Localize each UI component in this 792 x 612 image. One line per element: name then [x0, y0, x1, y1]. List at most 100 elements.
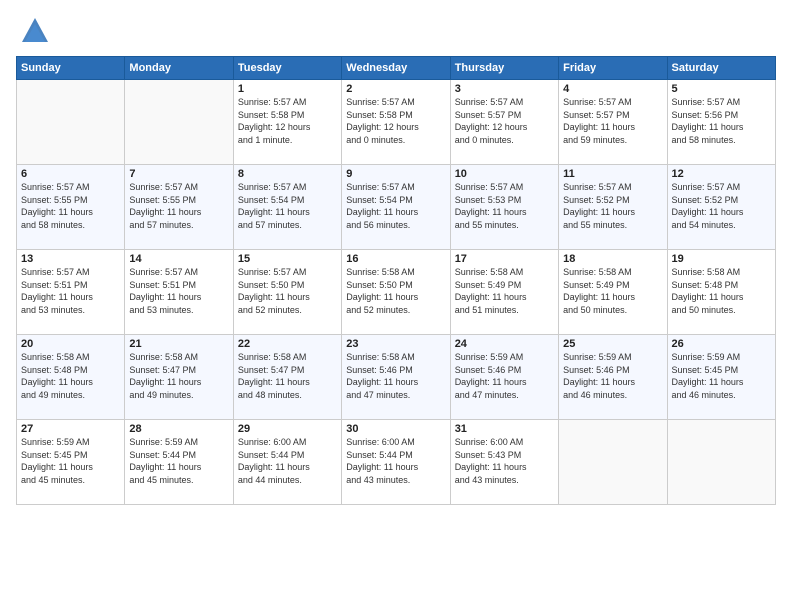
day-info: Sunrise: 5:57 AM Sunset: 5:55 PM Dayligh…: [129, 181, 228, 231]
calendar-cell: 10Sunrise: 5:57 AM Sunset: 5:53 PM Dayli…: [450, 165, 558, 250]
calendar-cell: 4Sunrise: 5:57 AM Sunset: 5:57 PM Daylig…: [559, 80, 667, 165]
weekday-row: SundayMondayTuesdayWednesdayThursdayFrid…: [17, 57, 776, 80]
day-number: 28: [129, 423, 228, 435]
calendar-cell: 19Sunrise: 5:58 AM Sunset: 5:48 PM Dayli…: [667, 250, 775, 335]
day-number: 31: [455, 423, 554, 435]
calendar-cell: 31Sunrise: 6:00 AM Sunset: 5:43 PM Dayli…: [450, 420, 558, 505]
calendar-cell: 26Sunrise: 5:59 AM Sunset: 5:45 PM Dayli…: [667, 335, 775, 420]
day-info: Sunrise: 5:58 AM Sunset: 5:48 PM Dayligh…: [672, 266, 771, 316]
calendar-cell: [125, 80, 233, 165]
day-number: 12: [672, 168, 771, 180]
day-info: Sunrise: 5:57 AM Sunset: 5:55 PM Dayligh…: [21, 181, 120, 231]
day-number: 27: [21, 423, 120, 435]
calendar-cell: 7Sunrise: 5:57 AM Sunset: 5:55 PM Daylig…: [125, 165, 233, 250]
calendar-cell: 29Sunrise: 6:00 AM Sunset: 5:44 PM Dayli…: [233, 420, 341, 505]
calendar-cell: 22Sunrise: 5:58 AM Sunset: 5:47 PM Dayli…: [233, 335, 341, 420]
day-number: 6: [21, 168, 120, 180]
calendar-cell: 8Sunrise: 5:57 AM Sunset: 5:54 PM Daylig…: [233, 165, 341, 250]
day-info: Sunrise: 5:58 AM Sunset: 5:49 PM Dayligh…: [563, 266, 662, 316]
day-number: 15: [238, 253, 337, 265]
calendar-cell: 3Sunrise: 5:57 AM Sunset: 5:57 PM Daylig…: [450, 80, 558, 165]
calendar-cell: 1Sunrise: 5:57 AM Sunset: 5:58 PM Daylig…: [233, 80, 341, 165]
day-number: 1: [238, 83, 337, 95]
weekday-header: Friday: [559, 57, 667, 80]
page: SundayMondayTuesdayWednesdayThursdayFrid…: [0, 0, 792, 612]
calendar-cell: 25Sunrise: 5:59 AM Sunset: 5:46 PM Dayli…: [559, 335, 667, 420]
day-number: 5: [672, 83, 771, 95]
calendar-cell: 28Sunrise: 5:59 AM Sunset: 5:44 PM Dayli…: [125, 420, 233, 505]
day-info: Sunrise: 5:58 AM Sunset: 5:47 PM Dayligh…: [129, 351, 228, 401]
day-info: Sunrise: 6:00 AM Sunset: 5:44 PM Dayligh…: [346, 436, 445, 486]
day-info: Sunrise: 5:57 AM Sunset: 5:54 PM Dayligh…: [238, 181, 337, 231]
day-number: 22: [238, 338, 337, 350]
day-number: 11: [563, 168, 662, 180]
header: [16, 16, 776, 46]
weekday-header: Monday: [125, 57, 233, 80]
day-info: Sunrise: 6:00 AM Sunset: 5:43 PM Dayligh…: [455, 436, 554, 486]
day-info: Sunrise: 5:57 AM Sunset: 5:51 PM Dayligh…: [129, 266, 228, 316]
day-number: 9: [346, 168, 445, 180]
calendar-week-row: 13Sunrise: 5:57 AM Sunset: 5:51 PM Dayli…: [17, 250, 776, 335]
day-info: Sunrise: 5:57 AM Sunset: 5:57 PM Dayligh…: [455, 96, 554, 146]
logo-icon: [20, 16, 50, 46]
day-number: 8: [238, 168, 337, 180]
day-info: Sunrise: 5:57 AM Sunset: 5:53 PM Dayligh…: [455, 181, 554, 231]
calendar-cell: [559, 420, 667, 505]
day-number: 23: [346, 338, 445, 350]
calendar-cell: [667, 420, 775, 505]
calendar-week-row: 27Sunrise: 5:59 AM Sunset: 5:45 PM Dayli…: [17, 420, 776, 505]
day-number: 13: [21, 253, 120, 265]
calendar-cell: [17, 80, 125, 165]
day-info: Sunrise: 5:58 AM Sunset: 5:46 PM Dayligh…: [346, 351, 445, 401]
day-info: Sunrise: 5:59 AM Sunset: 5:44 PM Dayligh…: [129, 436, 228, 486]
day-info: Sunrise: 5:57 AM Sunset: 5:52 PM Dayligh…: [672, 181, 771, 231]
calendar-table: SundayMondayTuesdayWednesdayThursdayFrid…: [16, 56, 776, 505]
calendar-cell: 30Sunrise: 6:00 AM Sunset: 5:44 PM Dayli…: [342, 420, 450, 505]
day-number: 25: [563, 338, 662, 350]
day-number: 19: [672, 253, 771, 265]
day-info: Sunrise: 5:57 AM Sunset: 5:51 PM Dayligh…: [21, 266, 120, 316]
calendar-cell: 18Sunrise: 5:58 AM Sunset: 5:49 PM Dayli…: [559, 250, 667, 335]
day-info: Sunrise: 5:58 AM Sunset: 5:49 PM Dayligh…: [455, 266, 554, 316]
day-number: 18: [563, 253, 662, 265]
calendar-week-row: 6Sunrise: 5:57 AM Sunset: 5:55 PM Daylig…: [17, 165, 776, 250]
day-number: 21: [129, 338, 228, 350]
weekday-header: Wednesday: [342, 57, 450, 80]
weekday-header: Tuesday: [233, 57, 341, 80]
calendar-cell: 9Sunrise: 5:57 AM Sunset: 5:54 PM Daylig…: [342, 165, 450, 250]
calendar-week-row: 1 Sunrise: 5:57 AM Sunset: 5:58 PM Daylig…: [17, 80, 776, 165]
calendar-cell: 27Sunrise: 5:59 AM Sunset: 5:45 PM Dayli…: [17, 420, 125, 505]
calendar-header: SundayMondayTuesdayWednesdayThursdayFrid…: [17, 57, 776, 80]
calendar-cell: 15Sunrise: 5:57 AM Sunset: 5:50 PM Dayli…: [233, 250, 341, 335]
calendar-cell: 20Sunrise: 5:58 AM Sunset: 5:48 PM Dayli…: [17, 335, 125, 420]
calendar-cell: 12Sunrise: 5:57 AM Sunset: 5:52 PM Dayli…: [667, 165, 775, 250]
day-number: 29: [238, 423, 337, 435]
calendar-body: 1 Sunrise: 5:57 AM Sunset: 5:58 PM Daylig…: [17, 80, 776, 505]
calendar-cell: 6Sunrise: 5:57 AM Sunset: 5:55 PM Daylig…: [17, 165, 125, 250]
day-info: Sunrise: 5:58 AM Sunset: 5:50 PM Dayligh…: [346, 266, 445, 316]
day-number: 7: [129, 168, 228, 180]
day-number: 3: [455, 83, 554, 95]
calendar-cell: 23Sunrise: 5:58 AM Sunset: 5:46 PM Dayli…: [342, 335, 450, 420]
day-number: 30: [346, 423, 445, 435]
day-number: 20: [21, 338, 120, 350]
calendar-cell: 24Sunrise: 5:59 AM Sunset: 5:46 PM Dayli…: [450, 335, 558, 420]
day-number: 16: [346, 253, 445, 265]
calendar-cell: 2Sunrise: 5:57 AM Sunset: 5:58 PM Daylig…: [342, 80, 450, 165]
calendar-cell: 14Sunrise: 5:57 AM Sunset: 5:51 PM Dayli…: [125, 250, 233, 335]
day-info: Sunrise: 5:57 AM Sunset: 5:50 PM Dayligh…: [238, 266, 337, 316]
day-info: Sunrise: 5:57 AM Sunset: 5:52 PM Dayligh…: [563, 181, 662, 231]
day-number: 24: [455, 338, 554, 350]
day-info: Sunrise: 5:58 AM Sunset: 5:47 PM Dayligh…: [238, 351, 337, 401]
day-info: Sunrise: 5:57 AM Sunset: 5:57 PM Dayligh…: [563, 96, 662, 146]
calendar-cell: 16Sunrise: 5:58 AM Sunset: 5:50 PM Dayli…: [342, 250, 450, 335]
day-number: 17: [455, 253, 554, 265]
day-number: 2: [346, 83, 445, 95]
day-info: Sunrise: 5:59 AM Sunset: 5:46 PM Dayligh…: [455, 351, 554, 401]
day-info: Sunrise: 5:58 AM Sunset: 5:48 PM Dayligh…: [21, 351, 120, 401]
logo: [16, 16, 50, 46]
calendar-cell: 5Sunrise: 5:57 AM Sunset: 5:56 PM Daylig…: [667, 80, 775, 165]
day-number: 14: [129, 253, 228, 265]
day-number: 10: [455, 168, 554, 180]
day-info: Sunrise: 5:57 AM Sunset: 5:58 PM Dayligh…: [346, 96, 445, 146]
